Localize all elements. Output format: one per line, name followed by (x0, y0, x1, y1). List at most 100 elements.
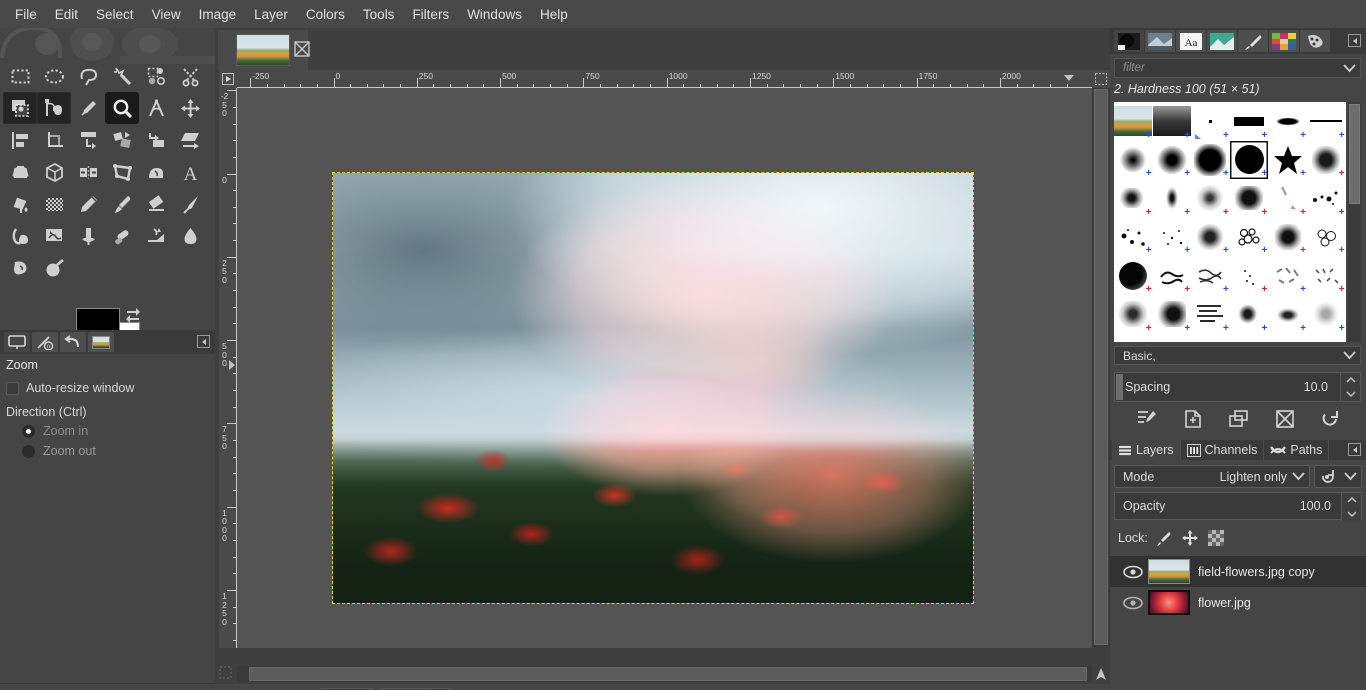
gradient-tool[interactable] (37, 188, 71, 220)
lock-position-icon[interactable] (1181, 530, 1198, 546)
palettes-tab[interactable] (1269, 30, 1299, 52)
foreground-select-tool[interactable] (3, 92, 37, 124)
zoom-out-radio[interactable] (22, 444, 35, 458)
quick-mask-icon[interactable] (1092, 70, 1110, 88)
swap-colors-icon[interactable] (125, 307, 141, 323)
flip-tool[interactable] (71, 156, 105, 188)
clone-tool[interactable] (37, 220, 71, 252)
image-canvas-content[interactable] (332, 172, 974, 604)
layer-name[interactable]: field-flowers.jpg copy (1198, 565, 1315, 579)
rotate-tool[interactable] (71, 124, 105, 156)
tool-options-dock-menu-button[interactable] (197, 335, 210, 348)
brush-cell[interactable]: + (1153, 295, 1192, 334)
brush-cell[interactable]: + (1268, 141, 1307, 180)
spacing-slider[interactable]: Spacing 10.0 (1114, 372, 1361, 402)
blur-sharpen-tool[interactable] (139, 220, 173, 252)
zoom-in-radio[interactable] (22, 424, 35, 438)
zoom-out-radio-row[interactable]: Zoom out (0, 441, 215, 461)
horizontal-ruler[interactable]: -250 0 250 500 750 1000 1250 1500 1750 2000 (237, 70, 1092, 88)
tab-paths[interactable]: Paths (1264, 440, 1330, 460)
brush-cell[interactable]: + (1307, 256, 1346, 295)
text-tool[interactable]: A (173, 156, 207, 188)
brush-cell[interactable]: + (1230, 102, 1269, 141)
ruler-unit-corner[interactable] (219, 70, 237, 88)
fuzzy-select-tool[interactable] (105, 60, 139, 92)
menu-filters[interactable]: Filters (403, 3, 458, 26)
cage-transform-tool[interactable] (105, 156, 139, 188)
new-brush-button[interactable] (1184, 409, 1202, 431)
brush-cell[interactable]: + (1153, 141, 1192, 180)
close-icon[interactable] (293, 40, 311, 58)
menu-view[interactable]: View (143, 3, 190, 26)
warp-transform-tool[interactable] (139, 156, 173, 188)
perspective-clone-tool[interactable] (105, 220, 139, 252)
brush-cell[interactable]: + (1191, 218, 1230, 257)
ink-tool[interactable] (173, 188, 207, 220)
opacity-slider[interactable]: Opacity 100.0 (1114, 492, 1362, 521)
tool-options-tab[interactable] (4, 332, 30, 352)
duplicate-brush-button[interactable] (1229, 409, 1249, 431)
layer-name[interactable]: flower.jpg (1198, 596, 1251, 610)
horizontal-scrollbar[interactable] (237, 666, 1092, 682)
visibility-toggle-icon[interactable] (1118, 565, 1148, 579)
auto-resize-checkbox[interactable] (6, 381, 19, 395)
ellipse-select-tool[interactable] (37, 60, 71, 92)
brush-cell[interactable]: + (1153, 179, 1192, 218)
menu-file[interactable]: File (6, 3, 46, 26)
brush-cell[interactable]: + (1114, 179, 1153, 218)
brush-cell[interactable]: + (1153, 218, 1192, 257)
measure-tool[interactable] (139, 92, 173, 124)
tab-channels[interactable]: Channels (1180, 440, 1265, 460)
dock-resize-handle[interactable] (1226, 434, 1250, 445)
brush-cell-selected[interactable]: + (1230, 141, 1269, 180)
gradients-tab[interactable] (1207, 30, 1237, 52)
vertical-ruler[interactable]: -250 0 250 500 750 1000 1250 (219, 88, 237, 648)
brush-cell[interactable]: + (1114, 256, 1153, 295)
brush-cell[interactable]: + (1268, 256, 1307, 295)
layer-list[interactable]: field-flowers.jpg copy flower.jpg (1110, 556, 1366, 686)
menu-colors[interactable]: Colors (297, 3, 354, 26)
brush-cell[interactable]: + (1191, 256, 1230, 295)
brushes-dock-menu-button[interactable] (1348, 34, 1361, 47)
patterns-tab[interactable] (1145, 30, 1175, 52)
brush-cell[interactable]: + (1307, 141, 1346, 180)
vertical-scrollbar[interactable] (1092, 88, 1110, 648)
brush-cell[interactable]: + (1230, 256, 1269, 295)
vertical-scrollbar-thumb[interactable] (1094, 89, 1108, 645)
brush-cell[interactable]: + (1114, 141, 1153, 180)
paintbrush-tool[interactable] (105, 188, 139, 220)
brush-cell[interactable]: + (1268, 295, 1307, 334)
mypaint-brush-tool[interactable] (3, 220, 37, 252)
layer-row-flower[interactable]: flower.jpg (1110, 587, 1366, 618)
brush-cell[interactable]: + (1152, 102, 1192, 141)
refresh-brushes-button[interactable] (1321, 410, 1339, 431)
brush-cell[interactable]: + (1230, 218, 1269, 257)
brush-cell[interactable]: + (1268, 218, 1307, 257)
brush-cell[interactable]: + (1191, 141, 1230, 180)
delete-brush-button[interactable] (1275, 409, 1294, 431)
heal-tool[interactable] (71, 220, 105, 252)
horizontal-scrollbar-thumb[interactable] (249, 667, 1087, 681)
unified-transform-tool[interactable] (105, 124, 139, 156)
opacity-stepper[interactable] (1341, 493, 1361, 521)
brush-cell[interactable]: + (1153, 256, 1192, 295)
fonts-tab[interactable]: Aa (1176, 30, 1206, 52)
brush-cell[interactable]: + (1268, 179, 1307, 218)
brush-cell[interactable]: + (1191, 179, 1230, 218)
spacing-value[interactable]: 10.0 (1304, 380, 1328, 394)
pencil-tool[interactable] (71, 188, 105, 220)
rectangle-select-tool[interactable] (3, 60, 37, 92)
lock-alpha-icon[interactable] (1207, 530, 1224, 546)
brush-cell[interactable]: + (1230, 295, 1269, 334)
brush-cell[interactable]: + (1307, 179, 1346, 218)
brush-grid-scrollbar-thumb[interactable] (1349, 104, 1360, 204)
brush-cell[interactable]: + (1230, 179, 1269, 218)
layers-dock-menu-button[interactable] (1348, 443, 1361, 456)
free-select-tool[interactable] (71, 60, 105, 92)
brush-cell[interactable]: + (1307, 102, 1346, 141)
crop-tool[interactable] (37, 124, 71, 156)
perspective-tool[interactable] (3, 156, 37, 188)
menu-help[interactable]: Help (531, 3, 577, 26)
airbrush-tool[interactable] (37, 252, 71, 284)
zoom-tool[interactable] (105, 92, 139, 124)
